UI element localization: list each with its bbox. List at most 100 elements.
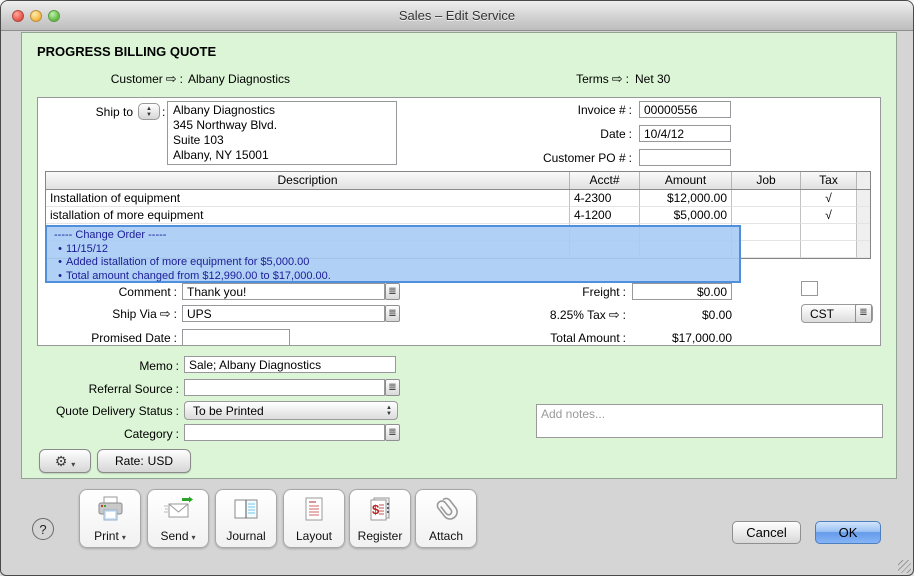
ship-via-label: Ship Via⇨:	[41, 307, 177, 321]
category-field[interactable]	[184, 424, 385, 441]
table-row: Installation of equipment 4-2300 $12,000…	[46, 190, 870, 207]
ship-to-label: Ship to	[61, 105, 133, 119]
tax-code-popup[interactable]: CST ≣	[801, 304, 873, 323]
table-header-row: Description Acct# Amount Job Tax	[46, 172, 870, 190]
ship-to-address[interactable]: Albany Diagnostics 345 Northway Blvd. Su…	[167, 101, 397, 165]
tax-code-list-button: ≣	[855, 304, 872, 323]
menu-arrow-icon: ▾	[71, 460, 75, 470]
tax-zoom-arrow-icon[interactable]: ⇨	[609, 309, 620, 321]
terms-zoom-arrow-icon[interactable]: ⇨	[612, 73, 623, 85]
amount-cell[interactable]: $5,000.00	[640, 207, 732, 224]
ok-button[interactable]: OK	[815, 521, 881, 544]
register-button[interactable]: $ Register	[349, 489, 411, 548]
resize-grip[interactable]	[898, 560, 911, 573]
ship-to-colon: :	[162, 105, 165, 119]
ship-via-zoom-arrow-icon[interactable]: ⇨	[160, 308, 171, 320]
ship-via-field[interactable]: UPS	[182, 305, 385, 322]
col-header-job: Job	[732, 172, 801, 189]
amount-cell[interactable]: $12,000.00	[640, 190, 732, 207]
window: Sales – Edit Service PROGRESS BILLING QU…	[0, 0, 914, 576]
print-button[interactable]: Print▾	[79, 489, 141, 548]
journal-icon	[230, 494, 262, 531]
terms-label: Terms⇨:	[541, 72, 629, 86]
category-label: Category:	[21, 427, 179, 441]
popup-arrows-icon: ▲▼	[381, 405, 397, 417]
zoom-button[interactable]	[48, 10, 60, 22]
quote-delivery-status-value: To be Printed	[185, 404, 381, 418]
envelope-icon	[162, 494, 194, 531]
total-amount-label: Total Amount:	[491, 331, 626, 345]
col-header-amount: Amount	[640, 172, 732, 189]
svg-text:$: $	[372, 502, 380, 517]
stepper-down-icon: ▼	[139, 112, 159, 118]
freight-tax-checkbox[interactable]	[801, 281, 818, 296]
terms-value[interactable]: Net 30	[635, 72, 670, 86]
change-order-line: •Total amount changed from $12,990.00 to…	[54, 270, 732, 284]
help-button[interactable]: ?	[32, 518, 54, 540]
close-button[interactable]	[12, 10, 24, 22]
total-amount-value: $17,000.00	[632, 331, 732, 345]
ship-via-list-button[interactable]: ≣	[385, 305, 400, 322]
register-icon: $	[364, 494, 396, 531]
category-list-button[interactable]: ≣	[385, 424, 400, 441]
gear-icon: ⚙	[55, 453, 68, 470]
customer-po-label: Customer PO #:	[491, 151, 632, 165]
paperclip-icon	[430, 494, 462, 531]
customer-zoom-arrow-icon[interactable]: ⇨	[166, 73, 177, 85]
tax-cell[interactable]: √	[801, 207, 857, 224]
quote-delivery-status-label: Quote Delivery Status:	[21, 404, 179, 418]
comment-list-button[interactable]: ≣	[385, 283, 400, 300]
referral-source-list-button[interactable]: ≣	[385, 379, 400, 396]
description-cell[interactable]: Installation of equipment	[46, 190, 570, 207]
job-cell[interactable]	[732, 190, 801, 207]
change-order-note: ----- Change Order ----- •11/15/12 •Adde…	[45, 225, 741, 283]
layout-button[interactable]: Layout	[283, 489, 345, 548]
gear-menu-button[interactable]: ⚙ ▾	[39, 449, 91, 473]
memo-label: Memo:	[21, 359, 179, 373]
menu-arrow-icon: ▾	[122, 533, 126, 543]
freight-label: Freight:	[491, 285, 626, 299]
col-header-acct: Acct#	[570, 172, 640, 189]
customer-value[interactable]: Albany Diagnostics	[188, 72, 290, 86]
col-header-description: Description	[46, 172, 570, 189]
customer-label: Customer⇨:	[71, 72, 183, 86]
cancel-button[interactable]: Cancel	[732, 521, 801, 544]
ship-to-selector[interactable]: ▲ ▼	[138, 103, 160, 120]
quote-delivery-status-popup[interactable]: To be Printed ▲▼	[184, 401, 398, 420]
window-title: Sales – Edit Service	[1, 1, 913, 30]
table-row: istallation of more equipment 4-1200 $5,…	[46, 207, 870, 224]
description-cell[interactable]: istallation of more equipment	[46, 207, 570, 224]
referral-source-field[interactable]	[184, 379, 385, 396]
date-field[interactable]: 10/4/12	[639, 125, 731, 142]
tax-amount: $0.00	[632, 308, 732, 322]
notes-field[interactable]: Add notes...	[536, 404, 883, 438]
layout-icon	[298, 494, 330, 531]
freight-field[interactable]: $0.00	[632, 283, 732, 300]
change-order-line: •11/15/12	[54, 243, 732, 257]
tax-label: 8.25% Tax⇨:	[471, 308, 626, 322]
memo-field[interactable]: Sale; Albany Diagnostics	[184, 356, 396, 373]
form-type-heading: PROGRESS BILLING QUOTE	[37, 44, 216, 59]
comment-field[interactable]: Thank you!	[182, 283, 385, 300]
send-button[interactable]: Send▾	[147, 489, 209, 548]
date-label: Date:	[491, 127, 632, 141]
invoice-number-field[interactable]: 00000556	[639, 101, 731, 118]
job-cell[interactable]	[732, 207, 801, 224]
acct-cell[interactable]: 4-1200	[570, 207, 640, 224]
change-order-title: ----- Change Order -----	[54, 229, 732, 243]
rate-button[interactable]: Rate: USD	[97, 449, 191, 473]
tax-code-value: CST	[802, 307, 855, 321]
change-order-line: •Added istallation of more equipment for…	[54, 256, 732, 270]
minimize-button[interactable]	[30, 10, 42, 22]
promised-date-field[interactable]	[182, 329, 290, 346]
col-header-tax: Tax	[801, 172, 857, 189]
referral-source-label: Referral Source:	[21, 382, 179, 396]
acct-cell[interactable]: 4-2300	[570, 190, 640, 207]
tax-cell[interactable]: √	[801, 190, 857, 207]
journal-button[interactable]: Journal	[215, 489, 277, 548]
invoice-number-label: Invoice #:	[491, 103, 632, 117]
customer-po-field[interactable]	[639, 149, 731, 166]
printer-icon	[94, 494, 126, 531]
attach-button[interactable]: Attach	[415, 489, 477, 548]
comment-label: Comment:	[41, 285, 177, 299]
